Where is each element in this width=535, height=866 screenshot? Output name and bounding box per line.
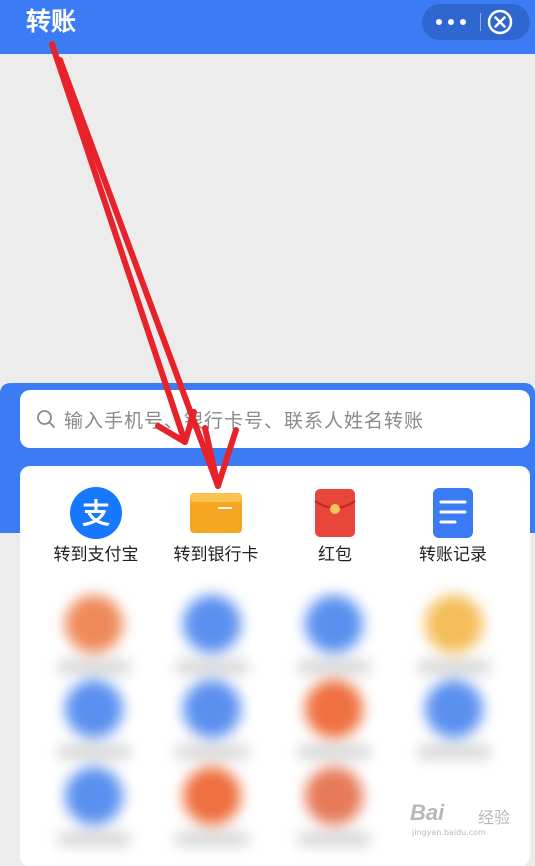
search-icon: [37, 410, 55, 428]
blurred-text: [298, 746, 370, 758]
svg-text:支: 支: [82, 497, 110, 530]
more-dots-icon-dot: [460, 19, 466, 25]
baidu-jingyan-watermark: Bai 经验 jingyan.baidu.com: [410, 800, 520, 840]
feature-label: 转账记录: [419, 545, 487, 565]
feature-transfer-alipay[interactable]: 支 转到支付宝: [36, 487, 156, 567]
blurred-circle: [183, 767, 241, 825]
bank-card-icon: [190, 493, 242, 533]
page-title: 转账: [26, 7, 77, 36]
feature-transfer-records[interactable]: 转账记录: [393, 487, 513, 567]
blurred-item: [400, 680, 510, 770]
feature-red-envelope[interactable]: 红包: [275, 487, 395, 567]
feature-transfer-bank-card[interactable]: 转到银行卡: [156, 487, 276, 567]
blurred-circle: [183, 680, 241, 738]
blurred-circle: [425, 595, 483, 653]
blurred-circle: [305, 680, 363, 738]
feature-label: 转到银行卡: [173, 545, 259, 565]
blurred-text: [418, 661, 490, 673]
blurred-item: [158, 595, 268, 685]
blurred-item: [40, 767, 150, 857]
alipay-icon: 支: [70, 487, 122, 539]
search-placeholder: 输入手机号、银行卡号、联系人姓名转账: [64, 409, 425, 432]
record-icon: [433, 488, 473, 538]
blurred-circle: [305, 595, 363, 653]
blurred-item: [280, 595, 390, 685]
blurred-text: [418, 746, 490, 758]
blurred-circle: [65, 595, 123, 653]
more-dots-icon-dot: [448, 19, 454, 25]
capsule-divider: [480, 13, 481, 31]
blurred-item: [40, 680, 150, 770]
blurred-item: [400, 595, 510, 685]
more-button[interactable]: [428, 4, 474, 40]
blurred-text: [176, 833, 248, 845]
search-input[interactable]: 输入手机号、银行卡号、联系人姓名转账: [20, 390, 530, 448]
blurred-item: [158, 680, 268, 770]
mini-program-capsule: [422, 4, 530, 40]
blurred-circle: [65, 680, 123, 738]
blurred-item: [280, 680, 390, 770]
close-circle-icon: [487, 9, 513, 35]
close-button[interactable]: [486, 8, 514, 36]
blurred-text: [176, 661, 248, 673]
blurred-circle: [305, 767, 363, 825]
blurred-text: [58, 833, 130, 845]
blurred-text: [58, 661, 130, 673]
blurred-circle: [65, 767, 123, 825]
header-bar: 转账: [0, 0, 535, 54]
blurred-text: [58, 746, 130, 758]
blurred-text: [298, 661, 370, 673]
blurred-circle: [183, 595, 241, 653]
red-envelope-icon: [314, 489, 356, 537]
blurred-item: [40, 595, 150, 685]
watermark-name: 经验: [478, 808, 511, 827]
feature-label: 转到支付宝: [53, 545, 139, 565]
blurred-item: [158, 767, 268, 857]
feature-label: 红包: [318, 545, 352, 565]
more-dots-icon: [436, 19, 442, 25]
watermark-brand: Bai: [410, 800, 445, 825]
blurred-item: [280, 767, 390, 857]
blurred-circle: [425, 680, 483, 738]
blurred-text: [298, 833, 370, 845]
watermark-url: jingyan.baidu.com: [412, 828, 486, 837]
blurred-text: [176, 746, 248, 758]
